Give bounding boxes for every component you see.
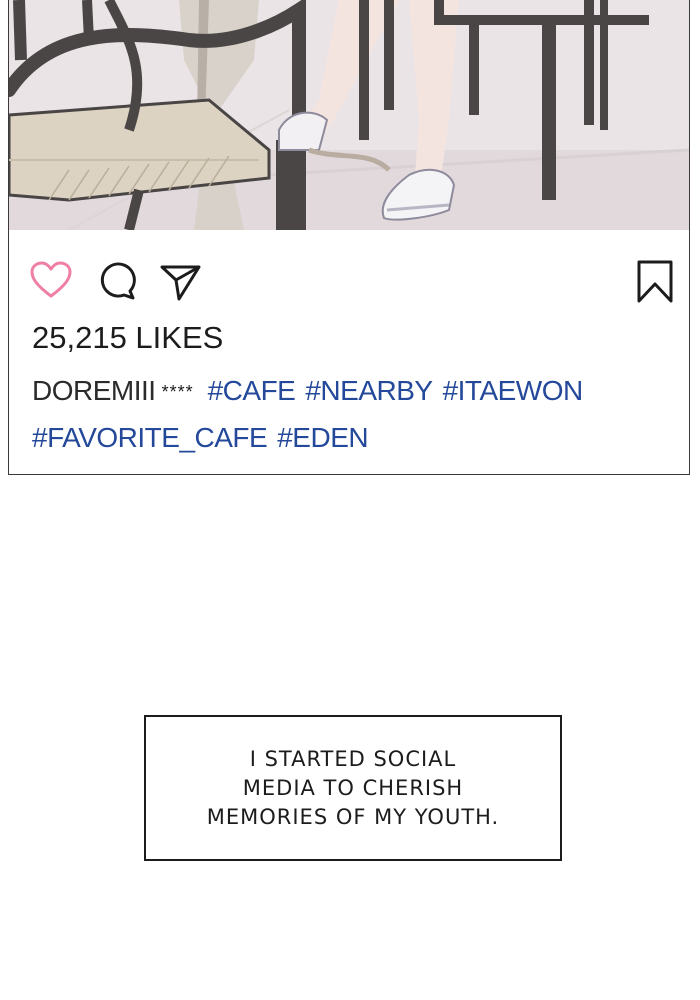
post-action-bar — [9, 230, 689, 305]
username[interactable]: DOREMIII — [32, 375, 156, 406]
cafe-illustration — [9, 0, 689, 230]
likes-count: 25,215 LIKES — [32, 320, 224, 355]
hashtag-itaewon[interactable]: #ITAEWON — [443, 375, 584, 406]
post-caption: DOREMIII **** #CAFE #NEARBY #ITAEWON #FAVORIT… — [32, 368, 672, 461]
narration-line: MEMORIES OF MY YOUTH. — [206, 804, 500, 829]
hashtag-nearby[interactable]: #NEARBY — [305, 375, 433, 406]
username-censor: **** — [161, 382, 194, 402]
bookmark-icon[interactable] — [636, 260, 674, 304]
comment-icon[interactable] — [96, 262, 136, 300]
heart-icon[interactable] — [30, 261, 72, 299]
post-image[interactable] — [9, 0, 689, 230]
hashtag-favorite-cafe[interactable]: #FAVORITE_CAFE — [32, 422, 268, 453]
narration-box: I STARTED SOCIAL MEDIA TO CHERISH MEMORI… — [144, 715, 562, 861]
narration-text: I STARTED SOCIAL MEDIA TO CHERISH MEMORI… — [207, 745, 500, 832]
send-icon[interactable] — [160, 263, 202, 301]
hashtag-cafe[interactable]: #CAFE — [208, 375, 296, 406]
hashtag-eden[interactable]: #EDEN — [277, 422, 368, 453]
social-post-card: 25,215 LIKES DOREMIII **** #CAFE #NEARBY #IT… — [8, 0, 690, 475]
narration-line: I STARTED SOCIAL — [249, 746, 457, 771]
narration-line: MEDIA TO CHERISH — [242, 775, 464, 800]
